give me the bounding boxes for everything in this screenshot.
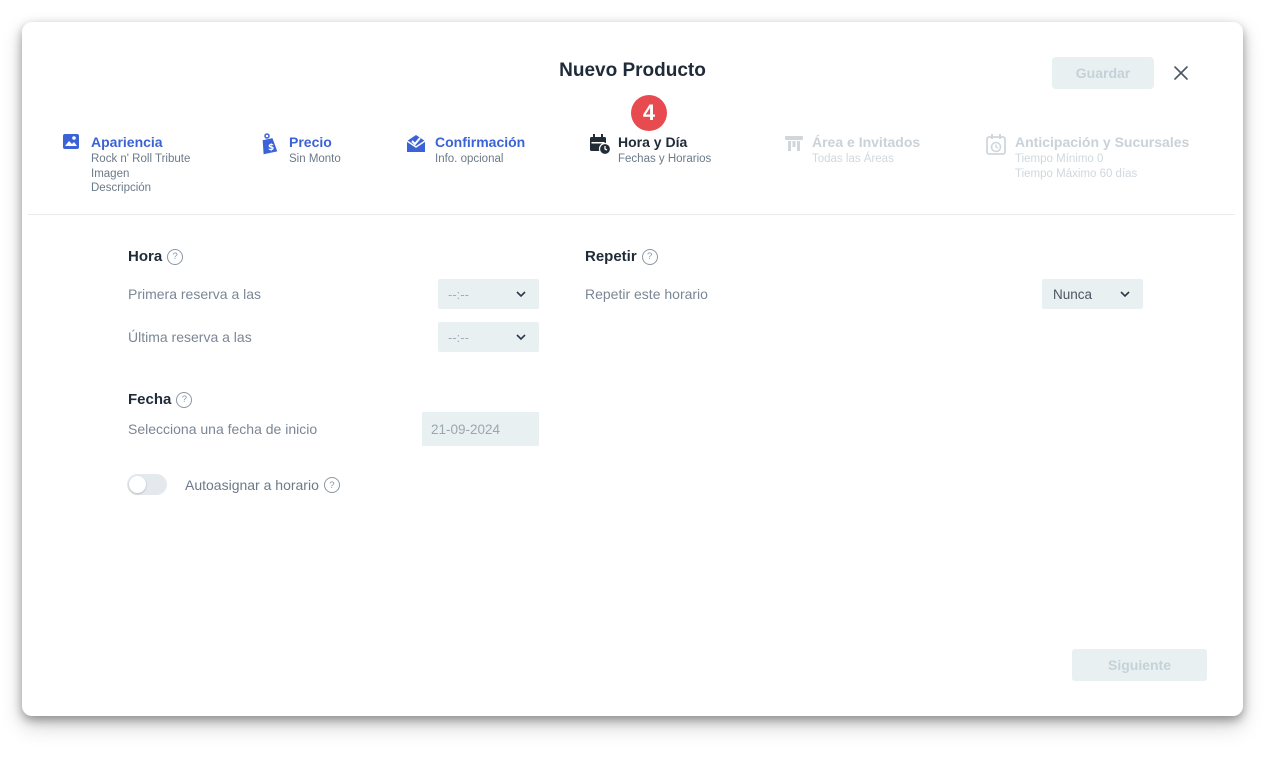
step-anticipacion-y-sucursales[interactable]: Anticipación y Sucursales Tiempo Mínimo … xyxy=(986,132,1189,181)
repetir-section-title: Repetir ? xyxy=(585,248,658,265)
step-label: Anticipación y Sucursales xyxy=(1015,134,1190,150)
step-label: Confirmación xyxy=(435,134,526,150)
step-precio[interactable]: $ Precio Sin Monto xyxy=(260,132,341,167)
autoassign-label-row: Autoasignar a horario ? xyxy=(185,477,340,493)
image-icon xyxy=(62,133,82,155)
last-reservation-value: --:-- xyxy=(448,329,469,345)
step-sub: Tiempo Máximo 60 días xyxy=(1015,167,1138,180)
step-sub: Todas las Áreas xyxy=(812,153,894,165)
chevron-down-icon xyxy=(515,331,527,343)
last-reservation-select[interactable]: --:-- xyxy=(438,322,539,352)
step-sub: Descripción xyxy=(91,182,152,194)
repeat-select[interactable]: Nunca xyxy=(1042,279,1143,309)
step-label: Apariencia xyxy=(91,134,163,150)
step-sub: Rock n' Roll Tribute xyxy=(91,153,191,165)
help-icon[interactable]: ? xyxy=(641,248,658,265)
stepper-divider xyxy=(28,214,1235,215)
help-icon[interactable]: ? xyxy=(167,248,184,265)
active-step-badge: 4 xyxy=(631,95,667,131)
step-label: Precio xyxy=(289,134,332,150)
next-button[interactable]: Siguiente xyxy=(1072,649,1207,681)
repeat-schedule-label: Repetir este horario xyxy=(585,286,708,302)
step-label: Área e Invitados xyxy=(812,134,921,150)
first-reservation-select[interactable]: --:-- xyxy=(438,279,539,309)
step-label: Hora y Día xyxy=(618,134,688,150)
price-tag-icon: $ xyxy=(260,133,280,155)
autoassign-toggle[interactable] xyxy=(127,474,167,495)
step-apariencia[interactable]: Apariencia Rock n' Roll Tribute Imagen D… xyxy=(62,132,190,196)
toggle-knob xyxy=(129,476,146,493)
repeat-value: Nunca xyxy=(1053,286,1093,302)
fecha-section-title: Fecha ? xyxy=(128,391,193,408)
step-area-e-invitados[interactable]: Área e Invitados Todas las Áreas xyxy=(783,132,920,167)
step-sub: Sin Monto xyxy=(289,153,341,165)
hora-section-title: Hora ? xyxy=(128,248,184,265)
step-sub: Fechas y Horarios xyxy=(618,153,712,165)
start-date-input[interactable] xyxy=(422,412,539,446)
last-reservation-label: Última reserva a las xyxy=(128,329,252,345)
step-sub: Imagen xyxy=(91,167,130,180)
close-icon[interactable] xyxy=(1170,62,1192,84)
autoassign-label: Autoasignar a horario xyxy=(185,477,319,493)
calendar-clock-icon xyxy=(589,133,612,156)
table-icon xyxy=(783,133,803,155)
chevron-down-icon xyxy=(515,288,527,300)
first-reservation-label: Primera reserva a las xyxy=(128,286,262,302)
repetir-title: Repetir xyxy=(585,248,637,265)
chevron-down-icon xyxy=(1119,288,1131,300)
step-sub: Tiempo Mínimo 0 xyxy=(1015,153,1104,165)
save-button[interactable]: Guardar xyxy=(1052,57,1154,89)
step-hora-y-dia[interactable]: Hora y Día Fechas y Horarios xyxy=(589,132,711,167)
hora-title: Hora xyxy=(128,248,163,265)
step-sub: Info. opcional xyxy=(435,153,504,165)
calendar-timer-icon xyxy=(986,133,1006,155)
new-product-modal: Nuevo Producto Guardar 4 Apariencia Rock… xyxy=(22,22,1243,716)
help-icon[interactable]: ? xyxy=(176,391,193,408)
help-icon[interactable]: ? xyxy=(323,477,340,493)
first-reservation-value: --:-- xyxy=(448,286,469,302)
svg-text:$: $ xyxy=(268,143,274,153)
step-confirmacion[interactable]: Confirmación Info. opcional xyxy=(406,132,525,167)
mail-check-icon xyxy=(406,133,426,155)
fecha-title: Fecha xyxy=(128,391,172,408)
start-date-label: Selecciona una fecha de inicio xyxy=(128,421,318,437)
